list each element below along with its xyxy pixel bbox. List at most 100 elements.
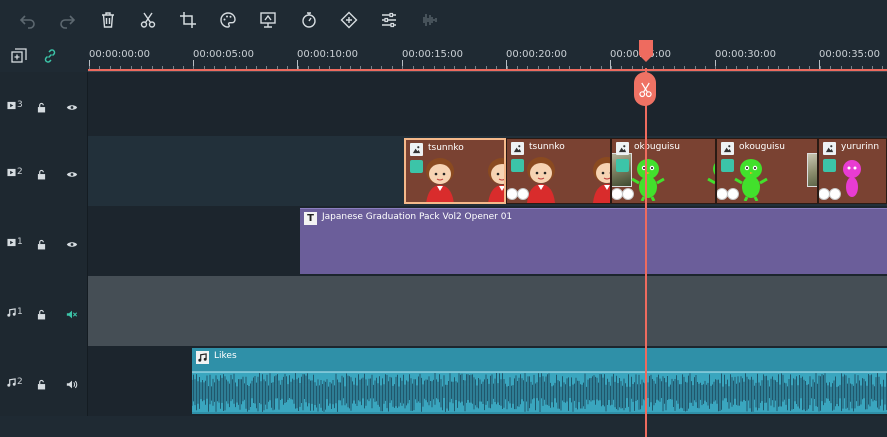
link-icon [44, 49, 56, 63]
color-button[interactable] [216, 8, 240, 32]
image-clip[interactable]: okouguisu [716, 138, 818, 204]
music-note-icon [196, 351, 209, 364]
crop-icon [180, 12, 196, 28]
track-header-audio-2: 2 [0, 346, 88, 416]
track-number: 2 [17, 377, 23, 387]
track-visibility-button[interactable] [66, 235, 80, 247]
track-mute-button[interactable] [66, 305, 80, 319]
transition-marker[interactable] [829, 188, 841, 200]
character-thumbnail [631, 159, 665, 201]
redo-button[interactable] [55, 8, 79, 32]
eye-icon [66, 242, 78, 247]
track-number: 2 [17, 167, 23, 177]
track-type-indicator: 3 [7, 98, 23, 112]
track-mute-button[interactable] [66, 375, 80, 389]
track-number: 1 [17, 307, 23, 317]
clip-name: yururinn [841, 142, 880, 152]
cut-button[interactable] [136, 8, 160, 32]
green-screen-button[interactable] [256, 8, 280, 32]
stopwatch-icon [302, 12, 316, 28]
image-clip[interactable]: tsunnko [404, 138, 506, 204]
track-number: 1 [17, 237, 23, 247]
transition-marker[interactable] [622, 188, 634, 200]
image-icon [825, 145, 834, 153]
clip-name: tsunnko [529, 142, 565, 152]
track-lock-button[interactable] [37, 98, 47, 113]
speaker-muted-icon [66, 310, 78, 319]
transition-marker[interactable] [727, 188, 739, 200]
track-number: 3 [17, 100, 23, 110]
ruler-timecode: 00:00:10:00 [297, 49, 359, 60]
palette-icon [220, 12, 236, 28]
ruler-baseline [88, 69, 887, 71]
add-track-icon [11, 48, 27, 63]
character-thumbnail [426, 158, 454, 202]
character-thumbnail [843, 160, 861, 197]
ruler-timecode: 00:00:05:00 [193, 49, 255, 60]
speed-button[interactable] [297, 8, 321, 32]
track-lane-audio-1[interactable] [88, 276, 887, 346]
image-icon [723, 145, 732, 153]
effect-badge-icon [823, 159, 836, 172]
clip-name: Japanese Graduation Pack Vol2 Opener 01 [322, 212, 513, 222]
effect-badge-icon [511, 159, 524, 172]
transition-marker[interactable] [517, 188, 529, 200]
ruler-timecode: 00:00:30:00 [715, 49, 777, 60]
image-clip[interactable]: yururinn [818, 138, 887, 204]
clip-type-badge [410, 143, 423, 156]
track-lock-button[interactable] [37, 165, 47, 180]
playhead-handle[interactable] [638, 40, 654, 62]
timeline-toolbar [0, 0, 887, 40]
delete-button[interactable] [96, 8, 120, 32]
playhead-line[interactable] [645, 68, 647, 437]
unlock-icon [37, 169, 46, 180]
video-track-icon [7, 238, 16, 246]
track-lock-button[interactable] [37, 235, 47, 250]
split-button[interactable] [634, 72, 656, 106]
track-lock-button[interactable] [37, 375, 47, 390]
track-type-indicator: 2 [7, 165, 23, 179]
video-track-icon [7, 168, 16, 176]
unlock-icon [37, 102, 46, 113]
video-track-icon [7, 101, 16, 109]
title-clip[interactable]: T Japanese Graduation Pack Vol2 Opener 01 [300, 208, 887, 274]
track-lane-video-3[interactable] [88, 72, 887, 136]
clip-name: okouguisu [634, 142, 680, 152]
waveform-icon [423, 14, 437, 26]
redo-icon [60, 15, 76, 29]
effect-badge-icon [410, 160, 423, 173]
audio-button[interactable] [417, 8, 441, 32]
adjust-button[interactable] [377, 8, 401, 32]
clip-type-badge [823, 142, 836, 155]
track-header-video-2: 2 [0, 136, 88, 206]
ruler-timecode: 00:00:35:00 [819, 49, 881, 60]
sliders-icon [382, 12, 396, 28]
clip-type-badge [721, 142, 734, 155]
unlock-icon [37, 239, 46, 250]
title-text-icon: T [304, 212, 317, 225]
ruler-timecode: 00:00:20:00 [506, 49, 568, 60]
character-thumbnail [488, 158, 504, 202]
keyframe-button[interactable] [337, 8, 361, 32]
speaker-icon [66, 380, 78, 389]
eye-icon [66, 172, 78, 177]
add-track-button[interactable] [11, 48, 27, 64]
clip-type-badge [616, 142, 629, 155]
link-button[interactable] [42, 48, 58, 64]
audio-clip[interactable]: Likes [192, 348, 887, 414]
image-clip[interactable]: tsunnko [506, 138, 611, 204]
eye-icon [66, 105, 78, 110]
track-lock-button[interactable] [37, 305, 47, 320]
undo-button[interactable] [16, 8, 40, 32]
image-clip[interactable]: okouguisu [611, 138, 716, 204]
effect-badge-icon [616, 159, 629, 172]
timeline-editor: 00:00:00:00 00:00:05:00 00:00:10:00 00:00:1… [0, 0, 887, 437]
track-visibility-button[interactable] [66, 98, 80, 110]
character-thumbnail [593, 157, 610, 203]
time-ruler[interactable]: 00:00:00:00 00:00:05:00 00:00:10:00 00:00:1… [88, 40, 887, 72]
unlock-icon [37, 309, 46, 320]
track-visibility-button[interactable] [66, 165, 80, 177]
crop-button[interactable] [176, 8, 200, 32]
clip-name: Likes [214, 351, 237, 361]
undo-icon [19, 15, 35, 29]
